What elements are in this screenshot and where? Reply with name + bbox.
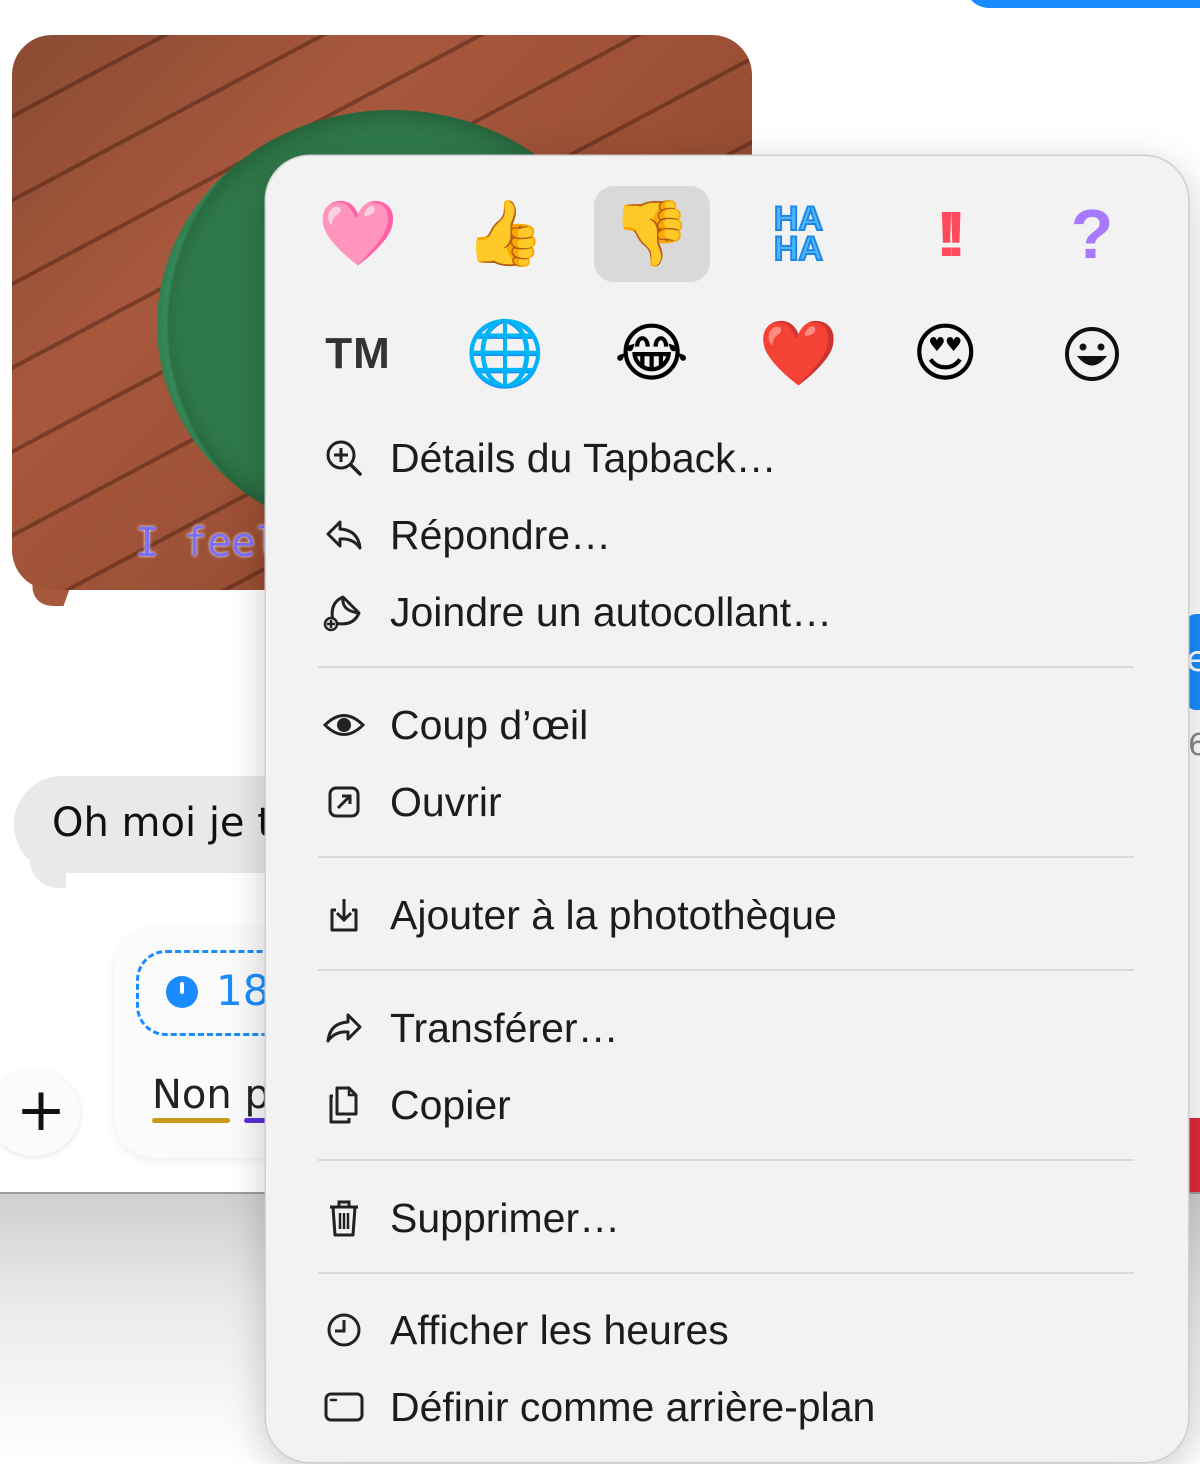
- question-glyph: ?: [1070, 195, 1114, 273]
- question-mark-icon[interactable]: ?: [1034, 186, 1150, 282]
- menu-item-tapback-details[interactable]: Détails du Tapback…: [318, 422, 1148, 494]
- smiley-outline-icon: [1064, 327, 1119, 381]
- menu-item-label: Définir comme arrière-plan: [390, 1383, 876, 1430]
- menu-item-set-background[interactable]: Définir comme arrière-plan: [318, 1371, 1148, 1443]
- thumbs-up-icon[interactable]: 👍: [447, 186, 563, 282]
- window-icon: [318, 1381, 370, 1433]
- haha-icon[interactable]: HA HA: [740, 186, 856, 282]
- menu-separator: [318, 969, 1134, 971]
- magnifier-plus-icon: [318, 432, 370, 484]
- menu-item-label: Ajouter à la photothèque: [390, 891, 837, 938]
- menu-item-quick-look[interactable]: Coup d’œil: [318, 689, 1148, 761]
- draft-message-text[interactable]: Non p: [152, 1072, 270, 1118]
- globe-glyph: 🌐: [464, 317, 545, 391]
- menu-item-label: Détails du Tapback…: [390, 434, 777, 481]
- double-exclamation-icon[interactable]: !!: [887, 186, 1003, 282]
- heart-eyes-glyph: 😍: [911, 317, 979, 391]
- add-emoji-icon[interactable]: [1034, 306, 1150, 402]
- exclamation-glyph: !!: [935, 198, 966, 270]
- copy-icon: [318, 1079, 370, 1131]
- red-heart-glyph: ❤️: [758, 317, 839, 391]
- emoji-suggestion-row: TM 🌐 😂 ❤️ 😍: [300, 306, 1150, 402]
- open-external-icon: [318, 776, 370, 828]
- menu-item-label: Ouvrir: [390, 778, 502, 825]
- menu-item-open[interactable]: Ouvrir: [318, 766, 1148, 838]
- scheduled-time: 18: [216, 966, 270, 1015]
- menu-separator: [318, 1272, 1134, 1274]
- red-heart-icon[interactable]: ❤️: [740, 306, 856, 402]
- menu-item-add-to-library[interactable]: Ajouter à la photothèque: [318, 879, 1148, 951]
- menu-item-attach-sticker[interactable]: Joindre un autocollant…: [318, 576, 1148, 648]
- menu-item-label: Répondre…: [390, 511, 612, 558]
- context-menu: 🩷 👍 👎 HA HA !! ? TM 🌐 😂 ❤️ 😍 Détails du T…: [266, 156, 1188, 1462]
- heart-eyes-icon[interactable]: 😍: [887, 306, 1003, 402]
- tapback-row: 🩷 👍 👎 HA HA !! ?: [300, 186, 1150, 282]
- trash-icon: [318, 1192, 370, 1244]
- reply-arrow-icon: [318, 509, 370, 561]
- menu-item-show-times[interactable]: Afficher les heures: [318, 1294, 1148, 1366]
- menu-item-label: Supprimer…: [390, 1194, 621, 1241]
- menu-separator: [318, 666, 1134, 668]
- haha-glyph: HA HA: [773, 200, 824, 268]
- menu-item-label: Joindre un autocollant…: [390, 588, 833, 635]
- trademark-glyph: TM: [325, 329, 391, 378]
- menu-item-label: Coup d’œil: [390, 701, 589, 748]
- clock-outline-icon: [318, 1304, 370, 1356]
- outgoing-bubble-text-fragment: e: [1186, 639, 1200, 680]
- heart-icon[interactable]: 🩷: [300, 186, 416, 282]
- clock-icon: [166, 976, 198, 1008]
- menu-item-label: Transférer…: [390, 1004, 619, 1051]
- thumbs-up-glyph: 👍: [464, 197, 545, 271]
- download-tray-icon: [318, 889, 370, 941]
- menu-item-reply[interactable]: Répondre…: [318, 499, 1148, 571]
- red-element-edge: [1186, 1118, 1200, 1192]
- tears-of-joy-glyph: 😂: [614, 317, 689, 391]
- thumbs-down-glyph: 👎: [611, 197, 692, 271]
- menu-item-label: Afficher les heures: [390, 1306, 729, 1353]
- globe-icon[interactable]: 🌐: [447, 306, 563, 402]
- menu-separator: [318, 1159, 1134, 1161]
- outgoing-bubble-edge: [965, 0, 1200, 8]
- menu-item-label: Copier: [390, 1081, 511, 1128]
- menu-item-forward[interactable]: Transférer…: [318, 992, 1148, 1064]
- tears-of-joy-icon[interactable]: 😂: [594, 306, 710, 402]
- add-attachment-button[interactable]: +: [0, 1070, 80, 1156]
- eye-icon: [318, 699, 370, 751]
- forward-arrow-icon: [318, 1002, 370, 1054]
- sticker-icon: [318, 586, 370, 638]
- timestamp-fragment: 6: [1188, 728, 1200, 763]
- incoming-message-text: Oh moi je tr: [52, 800, 290, 846]
- spellcheck-underline: [152, 1118, 230, 1123]
- menu-item-delete[interactable]: Supprimer…: [318, 1182, 1148, 1254]
- thumbs-down-icon[interactable]: 👎: [593, 186, 710, 282]
- menu-item-copy[interactable]: Copier: [318, 1069, 1148, 1141]
- menu-separator: [318, 856, 1134, 858]
- trademark-icon[interactable]: TM: [300, 306, 416, 402]
- heart-glyph: 🩷: [318, 197, 398, 271]
